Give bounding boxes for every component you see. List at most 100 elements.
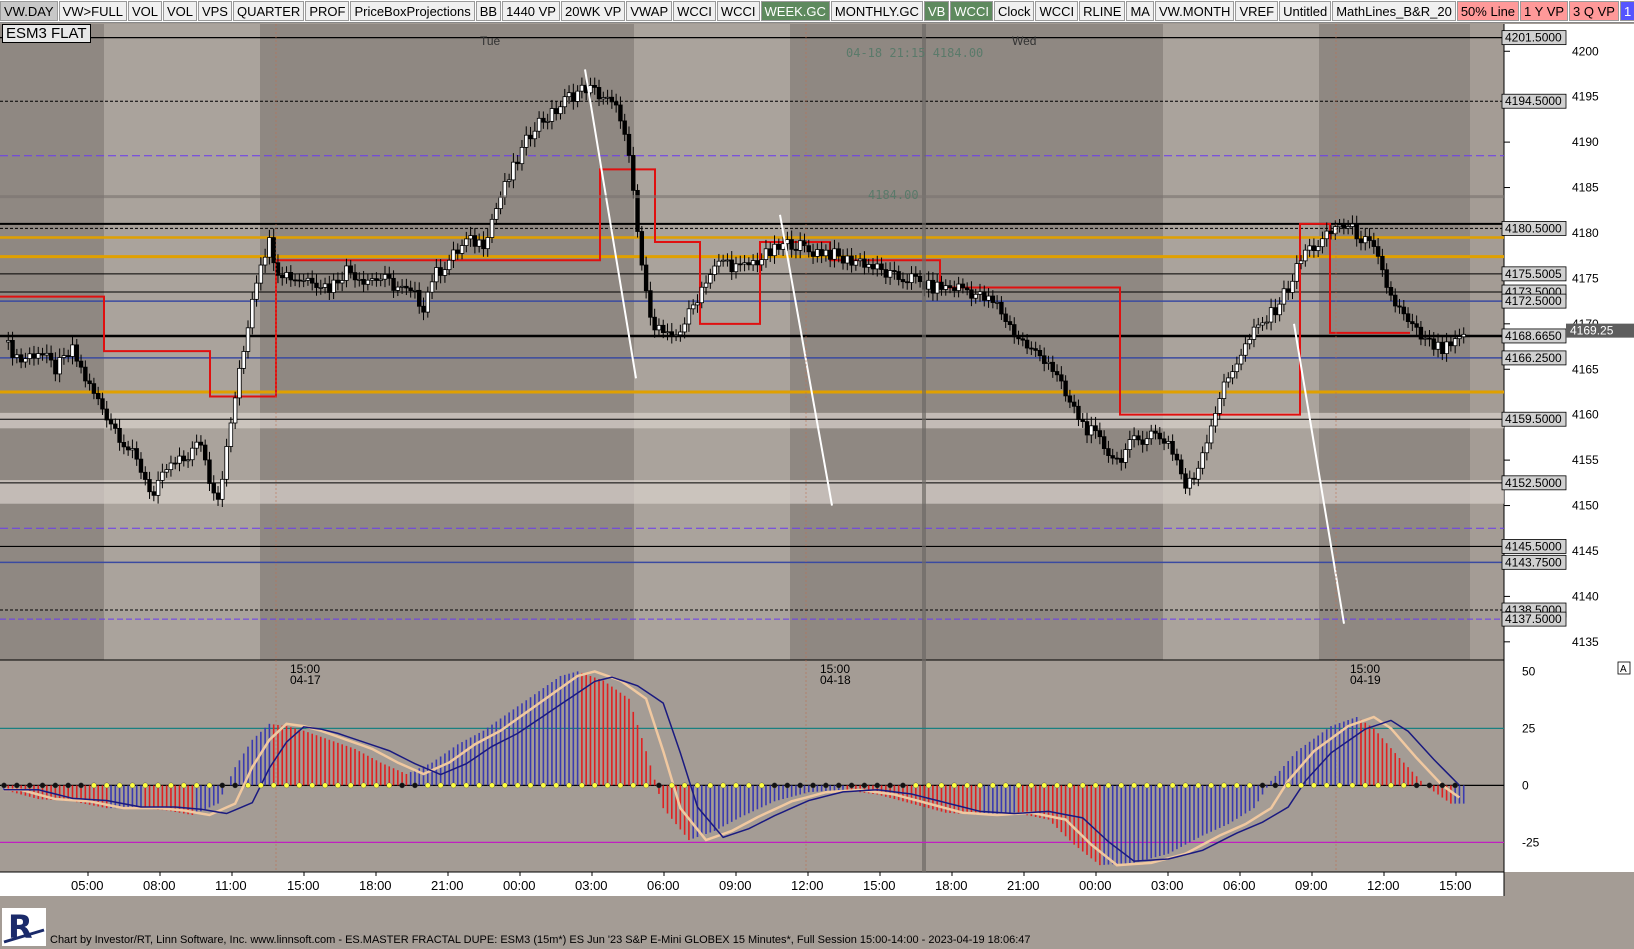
- time-tick-6: 00:00: [503, 878, 536, 893]
- candle-body: [1178, 459, 1184, 475]
- candle-body: [387, 274, 392, 279]
- candle-body: [725, 259, 730, 262]
- candle-body: [1037, 349, 1043, 357]
- candle-body: [742, 262, 747, 265]
- candle-body: [1243, 343, 1248, 356]
- candle-body: [481, 239, 486, 250]
- candle-body: [652, 316, 657, 331]
- candle-body: [254, 282, 259, 300]
- candle-body: [438, 267, 443, 276]
- candle-body: [70, 344, 75, 357]
- candle-body: [1294, 263, 1299, 282]
- candle-body: [952, 287, 957, 291]
- candle-body: [601, 97, 606, 100]
- candle-body: [823, 249, 829, 257]
- candle-body: [930, 279, 936, 294]
- osc-dot: [219, 782, 226, 789]
- candle-body: [986, 295, 991, 301]
- candle-body: [939, 281, 944, 290]
- osc-dot: [681, 782, 688, 789]
- candle-body: [857, 258, 863, 262]
- candle-body: [1337, 224, 1342, 228]
- candle-body: [1183, 473, 1188, 489]
- day-label-wed: Wed: [1012, 34, 1036, 48]
- time-tick-16: 06:00: [1223, 878, 1256, 893]
- candle-body: [404, 285, 409, 289]
- candle-body: [875, 263, 880, 270]
- candle-body: [74, 344, 79, 362]
- candle-body: [267, 237, 272, 258]
- candle-body: [1251, 326, 1257, 340]
- candle-body: [305, 277, 311, 281]
- candle-body: [494, 208, 499, 220]
- value-area-band-2: [0, 480, 1504, 504]
- candle-body: [1136, 435, 1141, 441]
- price-box-label-1: 4194.5000: [1505, 94, 1562, 108]
- candle-body: [686, 308, 692, 325]
- candle-body: [870, 264, 876, 270]
- osc-dot: [951, 782, 958, 789]
- candle-body: [1431, 338, 1436, 350]
- candle-body: [198, 441, 204, 446]
- candle-body: [1393, 294, 1398, 307]
- osc-dot: [591, 782, 598, 789]
- candle-body: [271, 237, 276, 264]
- candle-body: [352, 272, 358, 281]
- candle-body: [301, 279, 306, 282]
- candle-body: [151, 491, 157, 496]
- candle-body: [335, 279, 341, 284]
- candle-body: [1315, 246, 1321, 251]
- candle-body: [733, 263, 739, 273]
- candle-body: [292, 279, 298, 282]
- candle-body: [768, 248, 773, 257]
- osc-dot: [116, 782, 123, 789]
- candle-body: [1363, 236, 1368, 244]
- osc-dot: [1144, 782, 1150, 789]
- candle-body: [1063, 380, 1068, 397]
- candle-body: [755, 260, 760, 266]
- candle-body: [327, 283, 332, 293]
- candle-body: [36, 353, 41, 359]
- osc-dot: [52, 782, 59, 789]
- candle-body: [622, 120, 627, 135]
- candle-body: [994, 301, 1000, 304]
- osc-dot: [1041, 782, 1048, 789]
- candle-body: [83, 366, 88, 382]
- osc-dot: [835, 782, 842, 789]
- candle-body: [729, 259, 734, 273]
- candle-body: [318, 287, 323, 289]
- candle-body: [314, 282, 319, 288]
- candle-body: [1384, 269, 1389, 288]
- candle-body: [977, 291, 983, 295]
- osc-band-3: [634, 660, 790, 872]
- candle-body: [990, 295, 996, 303]
- candle-body: [973, 293, 978, 299]
- candle-body: [1457, 336, 1462, 340]
- candle-body: [1388, 287, 1394, 296]
- candle-body: [1110, 455, 1115, 459]
- time-tick-12: 18:00: [935, 878, 968, 893]
- candle-body: [579, 84, 585, 92]
- candle-body: [211, 483, 216, 494]
- candle-body: [412, 289, 418, 292]
- candle-body: [545, 120, 550, 123]
- candle-body: [1191, 477, 1197, 480]
- candle-body: [695, 302, 700, 306]
- candle-body: [160, 471, 165, 481]
- candle-body: [1127, 439, 1133, 450]
- candle-body: [562, 96, 567, 108]
- osc-dot: [514, 782, 521, 789]
- candle-body: [220, 478, 225, 500]
- price-chart[interactable]: Tue Wed 04-18 21:15 4184.00 4184.00 15:00 04-…: [0, 0, 1634, 949]
- day-label-tue: Tue: [480, 34, 501, 48]
- osc-dot: [296, 782, 303, 789]
- osc-dot: [694, 782, 701, 789]
- candle-body: [1144, 438, 1150, 445]
- candle-body: [121, 441, 127, 448]
- candle-body: [605, 96, 610, 99]
- time-tick-0: 05:00: [71, 878, 104, 893]
- candle-body: [845, 255, 850, 264]
- candle-body: [1324, 230, 1329, 240]
- candle-body: [798, 240, 803, 251]
- osc-dot: [463, 782, 470, 789]
